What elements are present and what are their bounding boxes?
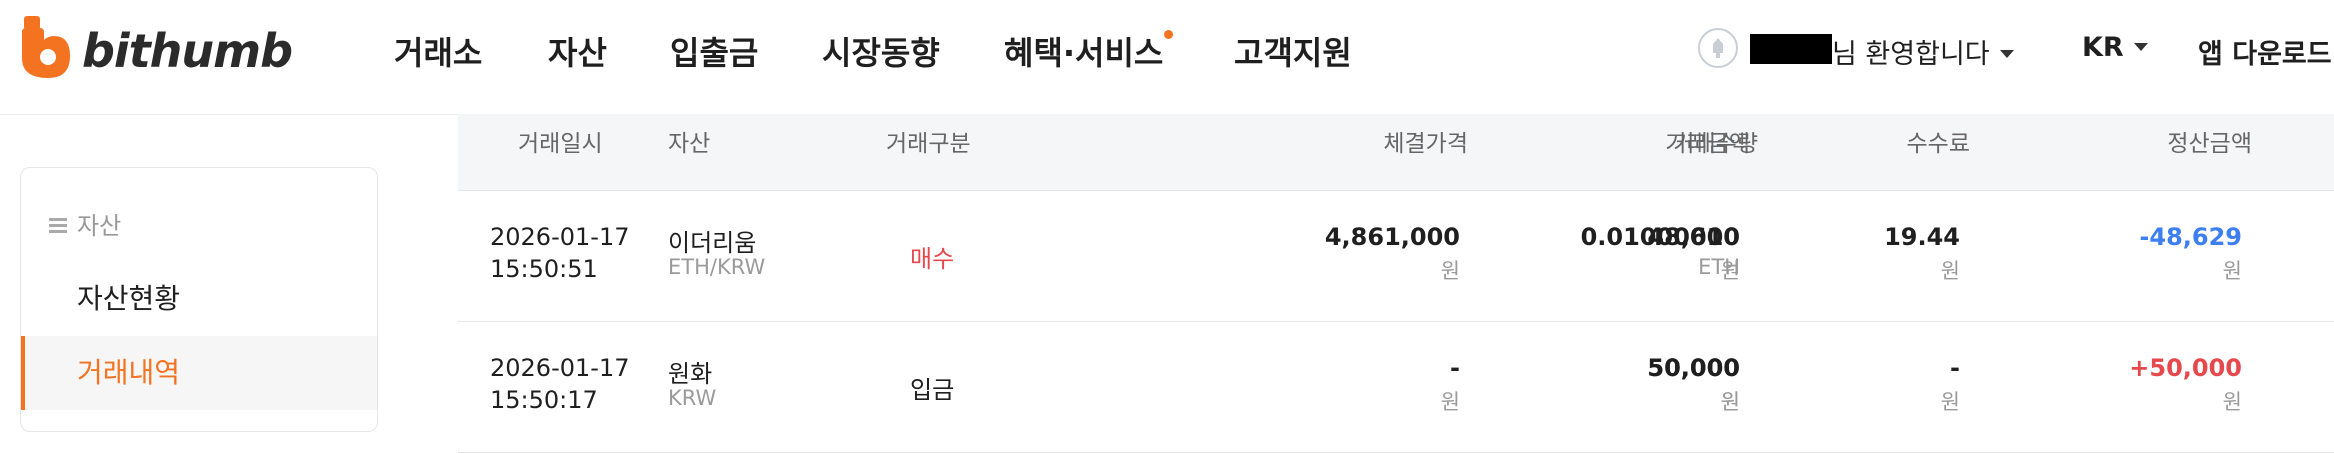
row-amount-unit: 원 [1720,259,1740,283]
caret-down-icon [2133,42,2148,51]
app-download-link[interactable]: 앱 다운로드 [2198,32,2332,71]
notification-dot [1164,30,1174,39]
bithumb-logo[interactable]: bithumb [18,14,293,82]
table-header: 거래일시 자산 거래구분 거래수량 체결가격 거래금액 수수료 정산금액 [458,114,2334,191]
avatar[interactable] [1698,28,1738,68]
caret-down-icon [1999,49,2014,58]
nav-benefits-services[interactable]: 혜택·서비스 [1004,28,1174,74]
row-fee: - [1950,354,1960,382]
language-select[interactable]: KR [2082,32,2148,63]
row-trade-type: 입금 [910,376,955,404]
top-header: bithumb 거래소 자산 입출금 시장동향 혜택·서비스 고객지원 님 환영… [0,0,2334,115]
header-settlement: 정산금액 [2167,131,2252,157]
row-price-unit: 원 [1440,259,1460,283]
row-time: 15:50:17 [490,386,598,414]
sidebar-section-label: 자산 [77,212,122,240]
row-date: 2026-01-17 [490,223,630,251]
sidebar-item-asset-status[interactable]: 자산현황 [21,262,377,336]
nav-exchange[interactable]: 거래소 [394,28,482,74]
row-settlement: -48,629 [2139,223,2242,251]
row-fee: 19.44 [1884,223,1960,251]
brand-name: bithumb [82,24,293,78]
header-trade-type: 거래구분 [886,131,971,157]
user-menu[interactable]: 님 환영합니다 [1832,32,2014,71]
row-asset-name: 이더리움 [668,229,757,257]
row-price: - [1450,354,1460,382]
avatar-icon [1713,38,1723,58]
header-asset: 자산 [668,131,711,157]
header-fee: 수수료 [1906,131,1970,157]
menu-icon [49,218,67,233]
welcome-text: 님 환영합니다 [1832,39,1990,70]
row-time: 15:50:51 [490,255,598,283]
nav-market-trends[interactable]: 시장동향 [822,28,940,74]
row-asset-pair: ETH/KRW [668,255,766,279]
sidebar-section-header: 자산 [49,206,121,241]
masked-username [1750,34,1832,64]
row-price-unit: 원 [1440,390,1460,414]
sidebar-item-transaction-history[interactable]: 거래내역 [21,336,377,410]
row-amount: 50,000 [1647,354,1740,382]
table-row: 2026-01-17 15:50:51 이더리움 ETH/KRW 매수 0.01… [458,191,2334,322]
row-fee-unit: 원 [1940,390,1960,414]
nav-benefits-label: 혜택·서비스 [1004,34,1164,72]
sidebar: 자산 자산현황 거래내역 [20,167,378,432]
transaction-table: 거래일시 자산 거래구분 거래수량 체결가격 거래금액 수수료 정산금액 202… [458,114,2334,453]
row-date: 2026-01-17 [490,354,630,382]
row-settlement-unit: 원 [2222,390,2242,414]
header-datetime: 거래일시 [518,131,603,157]
row-price: 4,861,000 [1324,223,1460,251]
row-amount-unit: 원 [1720,390,1740,414]
row-asset-name: 원화 [668,360,713,388]
row-asset-pair: KRW [668,386,717,410]
table-row: 2026-01-17 15:50:17 원화 KRW 입금 50,000 원 -… [458,322,2334,453]
row-settlement: +50,000 [2129,354,2242,382]
logo-icon [22,16,70,78]
row-trade-type: 매수 [910,245,955,273]
header-amount: 거래금액 [1665,131,1750,157]
language-label: KR [2082,32,2124,63]
row-fee-unit: 원 [1940,259,1960,283]
header-price: 체결가격 [1383,131,1468,157]
nav-deposit-withdraw[interactable]: 입출금 [670,28,758,74]
nav-assets[interactable]: 자산 [548,28,607,74]
row-settlement-unit: 원 [2222,259,2242,283]
row-amount: 48,610 [1647,223,1740,251]
nav-support[interactable]: 고객지원 [1234,28,1352,74]
